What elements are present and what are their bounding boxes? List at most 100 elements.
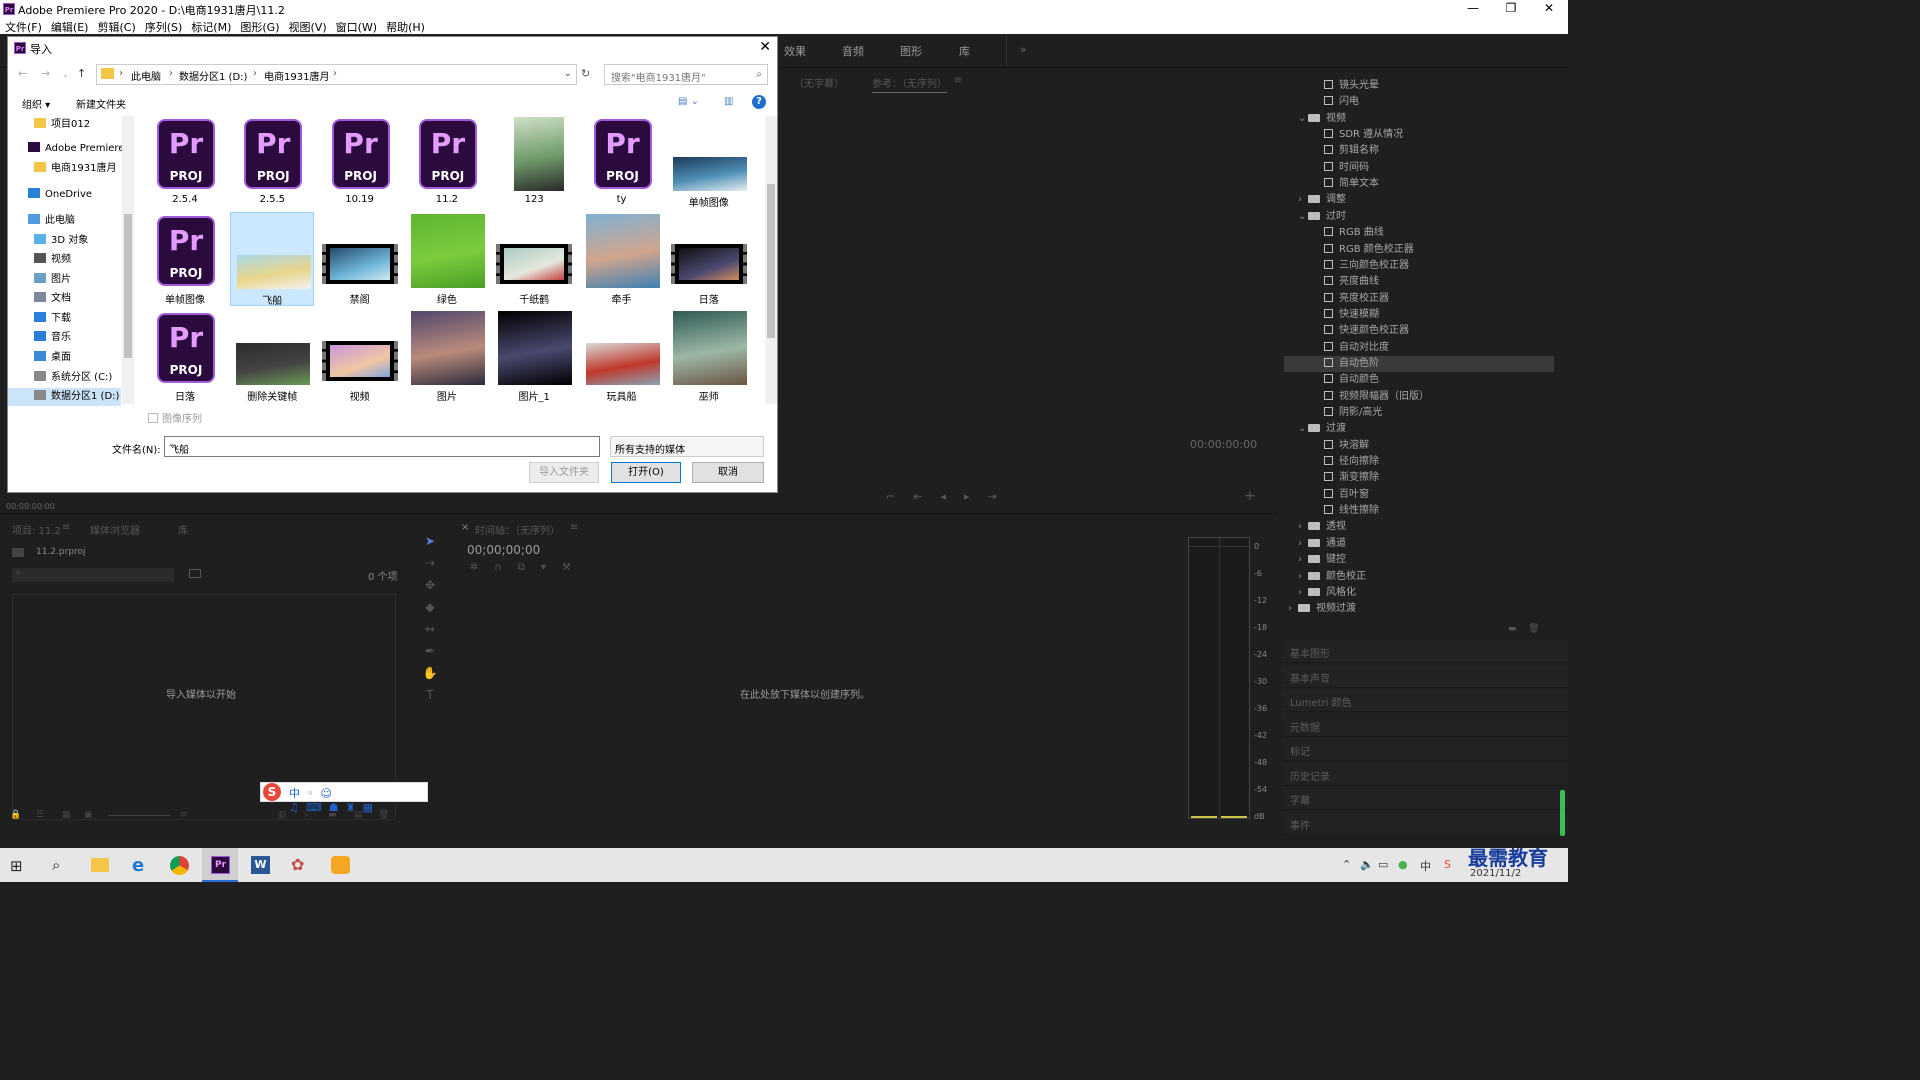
maximize-button[interactable]: ❐ — [1492, 0, 1530, 18]
search-input[interactable]: 搜索"电商1931唐月" ⌕ — [604, 64, 768, 85]
workspace-effects[interactable]: 效果 — [784, 43, 806, 59]
up-arrow-icon[interactable]: ↑ — [77, 67, 86, 80]
volume-icon[interactable]: 🔈 — [1360, 858, 1374, 871]
workspace-audio[interactable]: 音频 — [842, 43, 864, 59]
effect-tree-row[interactable]: 自动对比度 — [1284, 340, 1554, 356]
file-item[interactable]: Pr PROJ 10.19 — [318, 115, 402, 209]
chevron-right-icon[interactable]: › — [1298, 585, 1308, 601]
workspace-graphics[interactable]: 图形 — [900, 43, 922, 59]
app-icon[interactable] — [331, 856, 350, 874]
chevron-down-icon[interactable]: ⌄ — [1298, 421, 1308, 437]
effect-tree-row[interactable]: 闪电 — [1284, 94, 1554, 110]
file-item[interactable]: Pr PROJ 日落 — [143, 309, 227, 403]
file-item[interactable]: 玩具船 — [580, 309, 664, 403]
nav-item[interactable]: 音乐 — [8, 329, 121, 347]
file-explorer-icon[interactable] — [91, 858, 109, 872]
slip-tool-icon[interactable]: ↔ — [421, 618, 439, 640]
hand-tool-icon[interactable]: ✋ — [421, 662, 439, 684]
back-arrow-icon[interactable]: ← — [18, 67, 27, 80]
timeline-close-icon[interactable]: × — [461, 522, 469, 533]
new-folder-button[interactable]: 新建文件夹 — [76, 96, 126, 111]
file-item[interactable]: 绿色 — [405, 212, 489, 306]
effect-tree-row[interactable]: 自动颜色 — [1284, 372, 1554, 388]
reference-tab-menu-icon[interactable]: ≡ — [954, 75, 962, 86]
forward-arrow-icon[interactable]: → — [41, 67, 50, 80]
selection-tool-icon[interactable]: ➤ — [421, 530, 439, 552]
refresh-icon[interactable]: ↻ — [581, 67, 590, 80]
word-icon[interactable]: W — [251, 856, 270, 874]
list-view-icon[interactable]: ☰ — [36, 810, 44, 820]
image-sequence-checkbox[interactable]: 图像序列 — [148, 410, 202, 425]
effect-tree-row[interactable]: ⌄ 过时 — [1284, 209, 1554, 225]
chevron-right-icon[interactable]: › — [1288, 601, 1298, 617]
file-item[interactable]: Pr PROJ 2.5.4 — [143, 115, 227, 209]
file-item[interactable]: 牵手 — [580, 212, 664, 306]
ripple-edit-tool-icon[interactable]: ✥ — [421, 574, 439, 596]
add-button-icon[interactable]: + — [1244, 488, 1256, 504]
import-folder-button[interactable]: 导入文件夹 — [529, 462, 599, 483]
sogou-logo-icon[interactable]: S — [263, 783, 281, 801]
effect-tree-row[interactable]: 径向擦除 — [1284, 454, 1554, 470]
effect-tree-row[interactable]: 阴影/高光 — [1284, 405, 1554, 421]
file-item[interactable]: 飞船 — [230, 212, 315, 307]
reference-tab[interactable]: 参考：（无序列） — [872, 75, 947, 93]
effect-tree-row[interactable]: 三向颜色校正器 — [1284, 258, 1554, 274]
nav-item[interactable]: 电商1931唐月 — [8, 160, 121, 178]
close-window-button[interactable]: ✕ — [1530, 0, 1568, 18]
pen-tool-icon[interactable]: ✒ — [421, 640, 439, 662]
collapsed-panel[interactable]: 元数据 — [1282, 713, 1568, 737]
effect-tree-row[interactable]: 快速模糊 — [1284, 307, 1554, 323]
breadcrumb-folder[interactable]: 电商1931唐月 — [264, 68, 329, 83]
program-timecode[interactable]: 00:00:00:00 — [1190, 438, 1257, 451]
effect-tree-row[interactable]: 亮度校正器 — [1284, 291, 1554, 307]
breadcrumb-this-pc[interactable]: 此电脑 — [131, 68, 161, 83]
effect-tree-row[interactable]: RGB 颜色校正器 — [1284, 242, 1554, 258]
file-item[interactable]: 日落 — [667, 212, 751, 306]
ime-mode-icon[interactable]: 中 — [1420, 858, 1431, 874]
effect-tree-row[interactable]: › 键控 — [1284, 552, 1554, 568]
file-item[interactable]: 123 — [492, 115, 576, 209]
file-item[interactable]: 千纸鹤 — [492, 212, 576, 306]
track-select-tool-icon[interactable]: ⇢ — [421, 552, 439, 574]
project-tab[interactable]: 项目: 11.2 — [12, 522, 61, 537]
nav-item[interactable]: 系统分区 (C:) — [8, 369, 121, 387]
collapsed-panel[interactable]: 事件 — [1282, 811, 1568, 835]
marker-icon[interactable]: ▾ — [541, 562, 562, 573]
effect-tree-row[interactable]: 快速颜色校正器 — [1284, 323, 1554, 339]
chevron-down-icon[interactable]: ⌄ — [1298, 209, 1308, 225]
chevron-right-icon[interactable]: › — [1298, 536, 1308, 552]
effect-tree-row[interactable]: › 通道 — [1284, 536, 1554, 552]
step-forward-icon[interactable]: ▸ — [964, 490, 988, 503]
effect-tree-row[interactable]: 亮度曲线 — [1284, 274, 1554, 290]
cancel-button[interactable]: 取消 — [692, 462, 764, 483]
wrench-icon[interactable]: ⚒ — [562, 562, 587, 573]
chrome-icon[interactable] — [170, 856, 189, 875]
premiere-taskbar-icon[interactable]: Pr — [211, 856, 230, 874]
file-item[interactable]: Pr PROJ 单帧图像 — [143, 212, 227, 306]
effect-tree-row[interactable]: 视频限幅器（旧版） — [1284, 389, 1554, 405]
menu-clip[interactable]: 剪辑(C) — [92, 18, 139, 35]
address-bar[interactable]: › 此电脑 › 数据分区1 (D:) › 电商1931唐月 › ⌄ — [96, 64, 577, 85]
effect-tree-row[interactable]: › 调整 — [1284, 192, 1554, 208]
menu-sequence[interactable]: 序列(S) — [140, 18, 187, 35]
new-search-bin-icon[interactable] — [189, 569, 201, 578]
file-item[interactable]: 图片 — [405, 309, 489, 403]
menu-graphics[interactable]: 图形(G) — [235, 18, 283, 35]
effect-tree-row[interactable]: ⌄ 视频 — [1284, 111, 1554, 127]
timeline-tab[interactable]: 时间轴：（无序列） — [475, 522, 560, 537]
timeline-tab-menu-icon[interactable]: ≡ — [570, 522, 578, 533]
menu-edit[interactable]: 编辑(E) — [46, 18, 93, 35]
new-bin-icon[interactable]: ▬ — [1508, 624, 1517, 634]
dialog-close-button[interactable]: ✕ — [759, 39, 771, 55]
effect-tree-row[interactable]: 剪辑名称 — [1284, 143, 1554, 159]
open-button[interactable]: 打开(O) — [611, 462, 681, 483]
zoom-slider[interactable] — [108, 815, 170, 816]
workspace-more-icon[interactable]: » — [1020, 43, 1027, 56]
sogou-tray-icon[interactable]: S — [1444, 858, 1451, 871]
file-item[interactable]: 删除关键帧 — [230, 309, 314, 403]
filetype-select[interactable]: 所有支持的媒体 ⌄ — [610, 436, 764, 457]
file-item[interactable]: 视频 — [318, 309, 402, 403]
go-to-in-icon[interactable]: ⇤ — [913, 490, 940, 503]
effect-tree-row[interactable]: 镜头光晕 — [1284, 78, 1554, 94]
mark-in-icon[interactable]: ⌐ — [886, 490, 913, 503]
